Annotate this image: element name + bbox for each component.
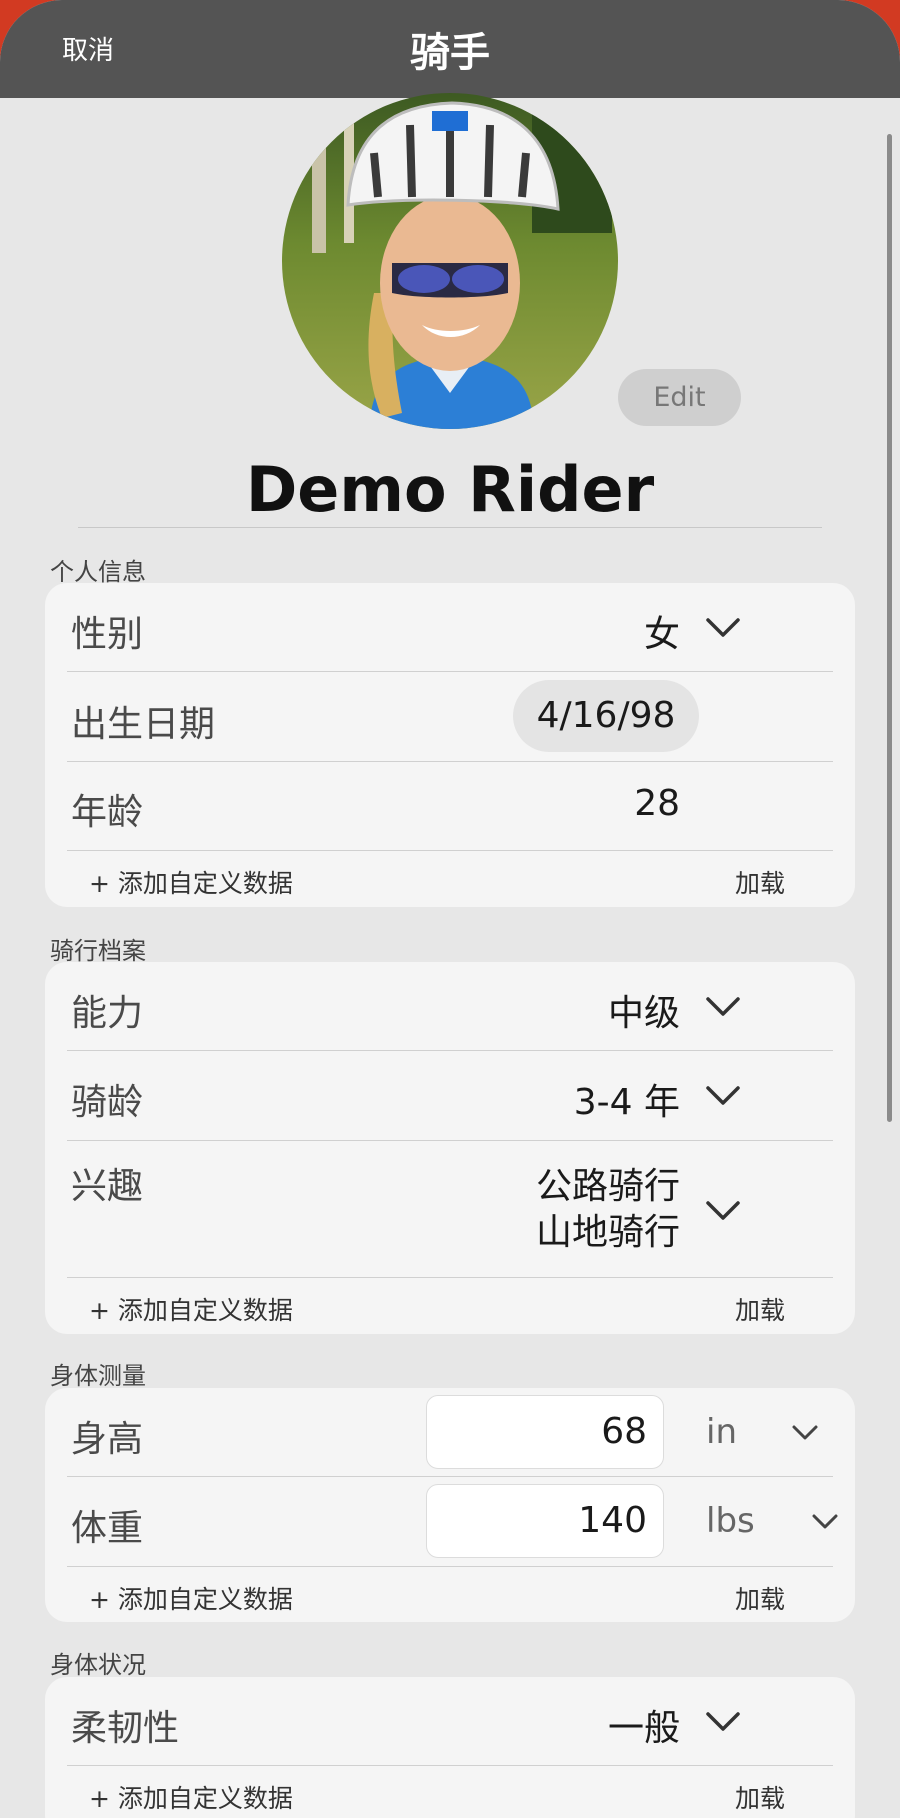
gender-label: 性别 <box>71 614 144 655</box>
weight-unit[interactable]: lbs <box>706 1501 755 1541</box>
divider <box>67 1277 833 1278</box>
load-button[interactable]: 加载 <box>735 1779 785 1815</box>
interest-value-road[interactable]: 公路骑行 <box>536 1157 680 1209</box>
age-row: 年龄 28 <box>45 762 855 850</box>
age-label: 年龄 <box>71 792 144 833</box>
height-input[interactable]: 68 <box>426 1395 664 1469</box>
dob-label: 出生日期 <box>71 704 216 745</box>
divider <box>67 1566 833 1567</box>
interest-label: 兴趣 <box>71 1166 144 1207</box>
page-title: 骑手 <box>410 30 490 76</box>
riding-years-label: 骑龄 <box>71 1082 144 1123</box>
name-underline <box>78 527 822 528</box>
weight-row: 体重 140 lbs <box>45 1477 855 1566</box>
gender-row[interactable]: 性别 女 <box>45 583 855 671</box>
section-header-riding: 骑行档案 <box>50 937 146 965</box>
weight-input[interactable]: 140 <box>426 1484 664 1558</box>
load-button[interactable]: 加载 <box>735 864 785 900</box>
section-header-condition: 身体状况 <box>50 1651 146 1679</box>
body-measurements-card: 身高 68 in 体重 140 lbs + 添加自定义数据 加载 <box>45 1388 855 1622</box>
scrollbar[interactable] <box>887 134 892 1122</box>
ability-label: 能力 <box>71 993 144 1034</box>
add-custom-data-button[interactable]: + 添加自定义数据 <box>89 1580 293 1616</box>
personal-info-card: 性别 女 出生日期 4/16/98 年龄 28 + 添加自定义数据 加载 <box>45 583 855 907</box>
rider-photo-icon <box>282 93 618 429</box>
riding-years-value[interactable]: 3-4 年 <box>574 1073 680 1125</box>
divider <box>67 1765 833 1766</box>
section-header-personal: 个人信息 <box>50 558 146 586</box>
chevron-down-icon[interactable] <box>705 1711 741 1733</box>
load-button[interactable]: 加载 <box>735 1291 785 1327</box>
edit-photo-button[interactable]: Edit <box>618 369 741 426</box>
ability-row[interactable]: 能力 中级 <box>45 962 855 1050</box>
flexibility-row[interactable]: 柔韧性 一般 <box>45 1677 855 1765</box>
chevron-down-icon[interactable] <box>705 617 741 639</box>
navigation-bar: 取消 骑手 <box>0 0 900 98</box>
avatar[interactable] <box>282 93 618 429</box>
chevron-down-icon[interactable] <box>705 996 741 1018</box>
ability-value[interactable]: 中级 <box>608 984 680 1036</box>
dob-row: 出生日期 4/16/98 <box>45 672 855 761</box>
divider <box>67 850 833 851</box>
body-condition-card: 柔韧性 一般 + 添加自定义数据 加载 <box>45 1677 855 1818</box>
gender-value[interactable]: 女 <box>644 605 680 657</box>
interest-value-mountain[interactable]: 山地骑行 <box>536 1203 680 1255</box>
height-row: 身高 68 in <box>45 1388 855 1476</box>
riding-years-row[interactable]: 骑龄 3-4 年 <box>45 1051 855 1140</box>
load-button[interactable]: 加载 <box>735 1580 785 1616</box>
riding-profile-card: 能力 中级 骑龄 3-4 年 兴趣 公路骑行 山地骑行 + 添加自定义数据 加载 <box>45 962 855 1334</box>
height-label: 身高 <box>71 1419 144 1460</box>
chevron-down-icon[interactable] <box>705 1085 741 1107</box>
add-custom-data-button[interactable]: + 添加自定义数据 <box>89 864 293 900</box>
chevron-down-icon[interactable] <box>705 1200 741 1222</box>
height-unit[interactable]: in <box>706 1412 737 1452</box>
flexibility-value[interactable]: 一般 <box>608 1699 680 1751</box>
chevron-down-icon[interactable] <box>791 1424 819 1442</box>
add-custom-data-button[interactable]: + 添加自定义数据 <box>89 1779 293 1815</box>
interest-row[interactable]: 兴趣 公路骑行 山地骑行 <box>45 1141 855 1277</box>
section-header-body: 身体测量 <box>50 1362 146 1390</box>
rider-name[interactable]: Demo Rider <box>0 453 900 526</box>
flexibility-label: 柔韧性 <box>71 1708 180 1749</box>
age-value: 28 <box>634 783 680 824</box>
chevron-down-icon[interactable] <box>811 1513 839 1531</box>
add-custom-data-button[interactable]: + 添加自定义数据 <box>89 1291 293 1327</box>
weight-label: 体重 <box>71 1508 144 1549</box>
rider-profile-screen: 取消 骑手 Edit Demo Rider 个人信息 性别 女 出生日期 4/1… <box>0 0 900 1818</box>
dob-date-picker[interactable]: 4/16/98 <box>513 680 699 752</box>
